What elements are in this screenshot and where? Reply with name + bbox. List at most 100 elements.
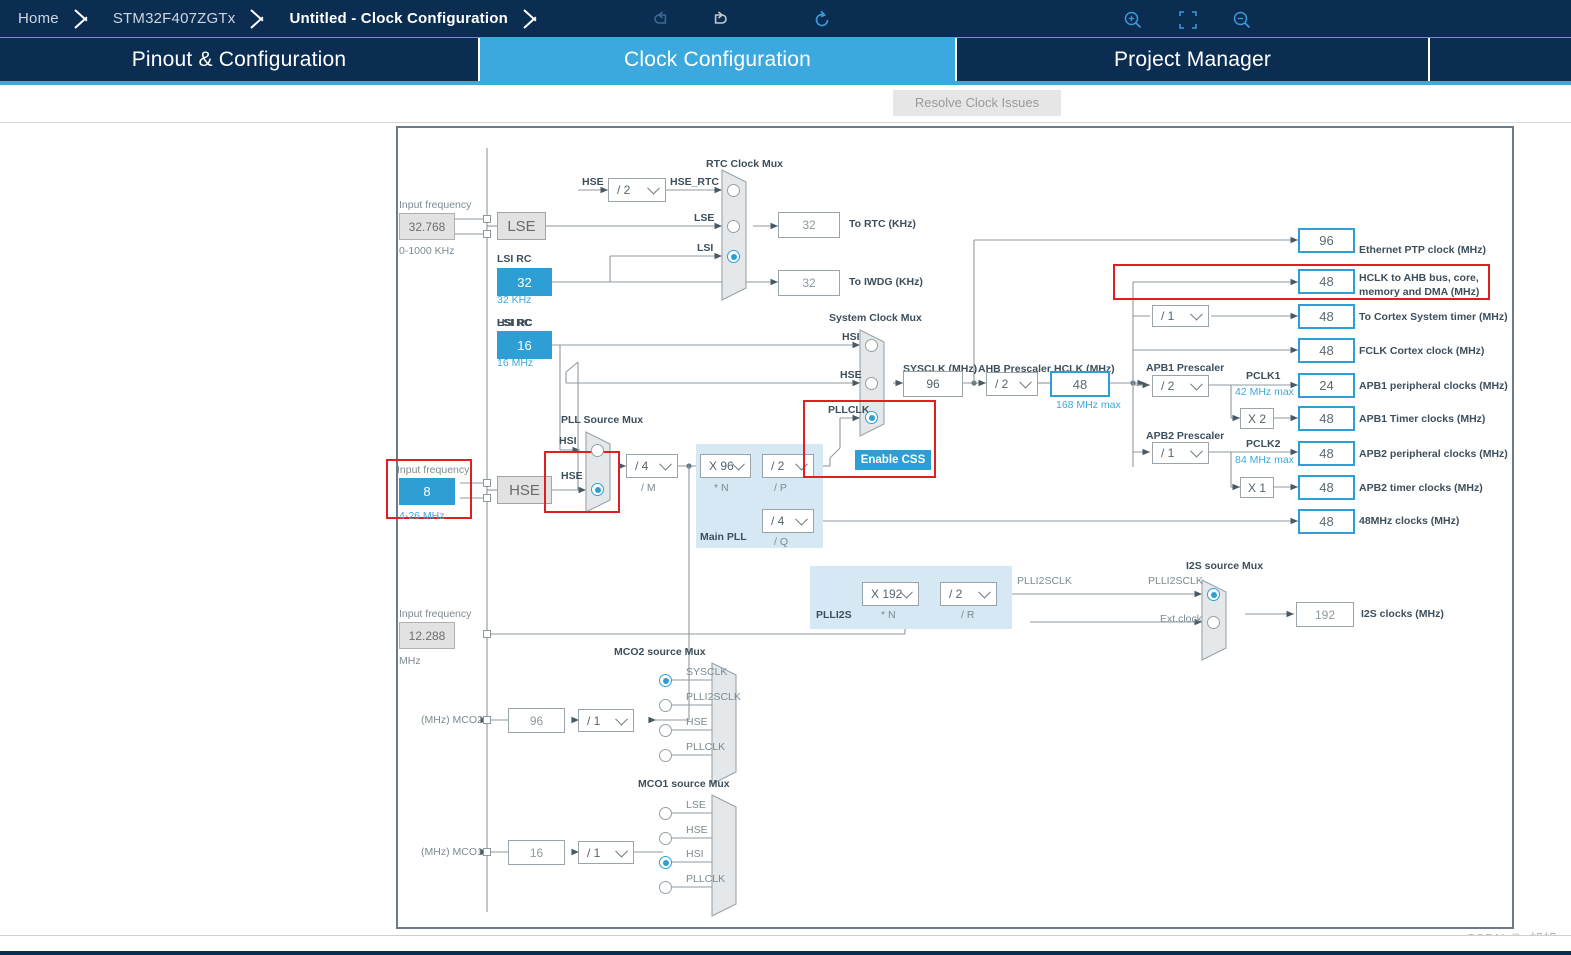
mco2-divider-value: / 1 xyxy=(587,713,601,728)
zoom-out-icon[interactable] xyxy=(1231,9,1253,31)
breadcrumb-item-device[interactable]: STM32F407ZGTx xyxy=(95,10,250,27)
rtc-mux-radio-lsi[interactable] xyxy=(727,250,740,263)
rtc-mux-hse-rtc-label: HSE_RTC xyxy=(670,176,720,188)
rtc-mux-radio-hse-rtc[interactable] xyxy=(727,184,740,197)
rtc-mux-hse-label: HSE xyxy=(582,176,604,188)
pclk2-max-label: 84 MHz max xyxy=(1235,454,1294,466)
to-iwdg-output-label: To IWDG (KHz) xyxy=(849,276,923,288)
plli2s-n-value: X 192 xyxy=(871,587,903,601)
i2s-mux-radio-ext-clock[interactable] xyxy=(1207,616,1220,629)
rtc-mux-radio-lse[interactable] xyxy=(727,220,740,233)
pll-n-value: X 96 xyxy=(709,459,734,473)
output-field-hclk-ahb[interactable]: 48 xyxy=(1298,269,1355,294)
ahb-prescaler-select[interactable]: / 2 xyxy=(986,372,1038,396)
tab-project-manager[interactable]: Project Manager xyxy=(957,38,1430,81)
apb2-prescaler-title: APB2 Prescaler xyxy=(1146,430,1225,442)
chevron-down-icon xyxy=(795,512,808,526)
mco1-port[interactable] xyxy=(483,848,491,856)
mco2-radio-pllclk[interactable] xyxy=(659,749,672,762)
hse-port-2[interactable] xyxy=(483,494,491,502)
breadcrumb-item-current[interactable]: Untitled - Clock Configuration xyxy=(271,10,521,27)
pll-q-select[interactable]: / 4 xyxy=(762,509,814,533)
mco2-port[interactable] xyxy=(483,716,491,724)
mco2-output-field[interactable]: 96 xyxy=(508,708,565,733)
tab-clock-configuration[interactable]: Clock Configuration xyxy=(480,38,957,81)
cortex-prescaler-select[interactable]: / 1 xyxy=(1152,305,1209,327)
resolve-clock-issues-button[interactable]: Resolve Clock Issues xyxy=(893,90,1061,116)
to-rtc-output-field[interactable]: 32 xyxy=(778,212,840,238)
lse-block[interactable]: LSE xyxy=(497,212,546,240)
chevron-right-icon xyxy=(522,0,544,37)
hse-port-1[interactable] xyxy=(483,479,491,487)
tab-pinout-configuration[interactable]: Pinout & Configuration xyxy=(0,38,480,81)
pll-n-select[interactable]: X 96 xyxy=(700,454,751,478)
output-field-ethernet-ptp[interactable]: 96 xyxy=(1298,228,1355,253)
pclk1-label: PCLK1 xyxy=(1246,370,1281,382)
output-field-apb1-peripheral[interactable]: 24 xyxy=(1298,373,1355,398)
lse-port-1[interactable] xyxy=(483,215,491,223)
mco2-radio-sysclk[interactable] xyxy=(659,674,672,687)
lse-range-label: 0-1000 KHz xyxy=(399,245,455,257)
apb1-prescaler-select[interactable]: / 2 xyxy=(1152,375,1209,397)
mco1-radio-hse[interactable] xyxy=(659,832,672,845)
pll-m-label: / M xyxy=(641,482,656,494)
lsi-rc-value-field[interactable]: 32 xyxy=(497,268,552,296)
redo-icon[interactable] xyxy=(707,9,729,31)
hse-input-frequency-label: Input frequency xyxy=(397,464,470,476)
reset-icon[interactable] xyxy=(811,9,833,31)
pll-mux-radio-hse[interactable] xyxy=(591,483,604,496)
fit-to-screen-icon[interactable] xyxy=(1177,9,1199,31)
mco1-radio-pllclk[interactable] xyxy=(659,881,672,894)
mco1-divider-value: / 1 xyxy=(587,845,601,860)
zoom-in-icon[interactable] xyxy=(1122,9,1144,31)
hse-rtc-divider-select[interactable]: / 2 xyxy=(608,178,666,202)
mco2-radio-hse[interactable] xyxy=(659,724,672,737)
pll-mux-radio-hsi[interactable] xyxy=(591,444,604,457)
i2s-clocks-output-label: I2S clocks (MHz) xyxy=(1361,608,1444,620)
pll-mux-hsi-label: HSI xyxy=(559,435,577,447)
plli2s-r-select[interactable]: / 2 xyxy=(940,582,997,606)
i2s-input-port[interactable] xyxy=(483,630,491,638)
lse-port-2[interactable] xyxy=(483,230,491,238)
sysmux-hsi-label: HSI xyxy=(842,331,860,343)
i2s-mux-radio-plli2sclk[interactable] xyxy=(1207,588,1220,601)
output-field-apb2-peripheral[interactable]: 48 xyxy=(1298,441,1355,466)
pll-mux-hse-label: HSE xyxy=(561,470,583,482)
mco1-radio-lse[interactable] xyxy=(659,807,672,820)
mco2-radio-plli2sclk[interactable] xyxy=(659,699,672,712)
pclk1-max-label: 42 MHz max xyxy=(1235,386,1294,398)
output-label-ethernet-ptp: Ethernet PTP clock (MHz) xyxy=(1359,244,1486,256)
output-label-apb2-timer: APB2 timer clocks (MHz) xyxy=(1359,482,1483,494)
breadcrumb-item-home[interactable]: Home xyxy=(0,10,73,27)
pll-m-select[interactable]: / 4 xyxy=(626,454,678,478)
i2s-input-frequency-field[interactable]: 12.288 xyxy=(399,622,455,649)
output-field-48mhz-clocks[interactable]: 48 xyxy=(1298,509,1355,534)
mco1-output-field[interactable]: 16 xyxy=(508,840,565,865)
sysmux-radio-hsi[interactable] xyxy=(865,339,878,352)
mco2-divider-select[interactable]: / 1 xyxy=(578,709,634,732)
pll-source-mux-highlight xyxy=(544,451,620,513)
mco1-radio-hsi[interactable] xyxy=(659,856,672,869)
hclk-field[interactable]: 48 xyxy=(1050,371,1110,397)
undo-icon[interactable] xyxy=(652,9,674,31)
lse-input-frequency-field[interactable]: 32.768 xyxy=(399,213,455,240)
apb1-prescaler-value: / 2 xyxy=(1161,379,1175,393)
mco1-divider-select[interactable]: / 1 xyxy=(578,841,634,864)
rtc-mux-lse-label: LSE xyxy=(694,212,715,224)
i2s-clocks-output-field[interactable]: 192 xyxy=(1296,602,1354,627)
plli2s-title: PLLI2S xyxy=(816,609,852,621)
output-field-fclk-cortex[interactable]: 48 xyxy=(1298,338,1355,363)
enable-css-button[interactable]: Enable CSS xyxy=(855,450,931,470)
sysclk-field[interactable]: 96 xyxy=(903,371,963,397)
plli2s-n-select[interactable]: X 192 xyxy=(862,582,919,606)
chevron-down-icon xyxy=(615,844,628,858)
to-iwdg-output-field[interactable]: 32 xyxy=(778,270,840,296)
hsi-rc-value-field[interactable]: 16 xyxy=(497,331,552,359)
output-label-cortex-system-timer: To Cortex System timer (MHz) xyxy=(1359,311,1508,323)
apb2-prescaler-select[interactable]: / 1 xyxy=(1152,442,1209,464)
output-field-apb2-timer[interactable]: 48 xyxy=(1298,475,1355,500)
sysmux-radio-hse[interactable] xyxy=(865,377,878,390)
output-field-cortex-system-timer[interactable]: 48 xyxy=(1298,304,1355,329)
output-field-apb1-timer[interactable]: 48 xyxy=(1298,406,1355,431)
hse-input-frequency-field[interactable]: 8 xyxy=(399,478,455,505)
